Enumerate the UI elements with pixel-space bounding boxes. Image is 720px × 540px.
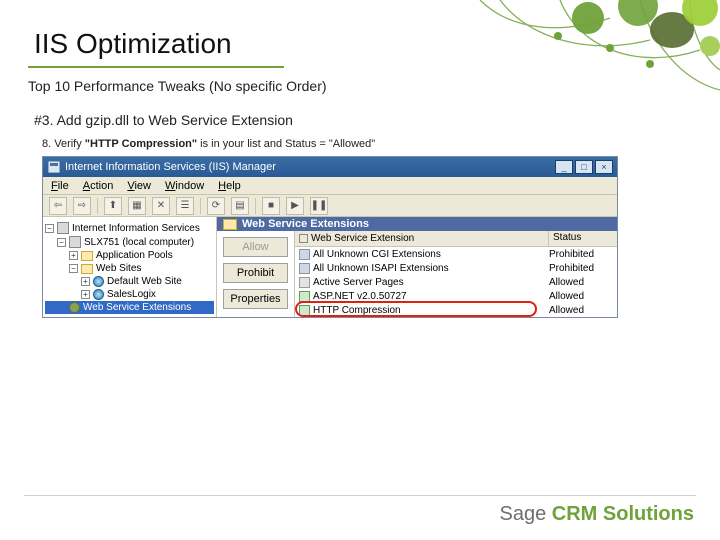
prohibit-button[interactable]: Prohibit — [223, 263, 288, 283]
play-button[interactable]: ▶ — [286, 197, 304, 215]
toolbar-separator — [200, 198, 201, 214]
caption-quoted: "HTTP Compression" — [85, 138, 197, 150]
back-button[interactable]: ⇦ — [49, 197, 67, 215]
row-name: HTTP Compression — [313, 305, 401, 316]
folder-icon — [223, 219, 237, 230]
toolbar-separator — [255, 198, 256, 214]
row-status: Allowed — [549, 291, 617, 302]
server-icon — [57, 222, 69, 234]
list-row[interactable]: ASP.NET v2.0.50727 Allowed — [295, 289, 617, 303]
globe-icon — [93, 289, 104, 300]
row-status: Prohibited — [549, 263, 617, 274]
slide-step: #3. Add gzip.dll to Web Service Extensio… — [34, 112, 293, 128]
tree-pane[interactable]: −Internet Information Services −SLX751 (… — [43, 217, 217, 317]
row-icon — [299, 277, 310, 288]
brand-sage: Sage — [500, 503, 552, 525]
views-button[interactable]: ▦ — [128, 197, 146, 215]
menu-view[interactable]: View — [127, 180, 151, 192]
menubar: File Action View Window Help — [43, 177, 617, 195]
allow-button[interactable]: Allow — [223, 237, 288, 257]
close-button[interactable]: × — [595, 160, 613, 174]
row-status: Allowed — [549, 277, 617, 288]
row-name: ASP.NET v2.0.50727 — [313, 291, 407, 302]
toolbar-separator — [97, 198, 98, 214]
action-buttons: Allow Prohibit Properties — [217, 231, 295, 317]
col-name[interactable]: Web Service Extension — [295, 231, 549, 246]
stop-button[interactable]: ■ — [262, 197, 280, 215]
list-row[interactable]: All Unknown ISAPI Extensions Prohibited — [295, 261, 617, 275]
row-name: All Unknown CGI Extensions — [313, 249, 441, 260]
iis-window: Internet Information Services (IIS) Mana… — [42, 156, 618, 318]
list-row[interactable]: Active Server Pages Allowed — [295, 275, 617, 289]
wse-header: Web Service Extensions — [217, 217, 617, 231]
delete-button[interactable]: ✕ — [152, 197, 170, 215]
window-body: −Internet Information Services −SLX751 (… — [43, 217, 617, 317]
pause-button[interactable]: ❚❚ — [310, 197, 328, 215]
footer-brand: Sage CRM Solutions — [500, 503, 694, 526]
brand-crm: CRM Solutions — [552, 503, 694, 525]
tree-server[interactable]: −SLX751 (local computer) — [45, 235, 214, 249]
caption-prefix: 8. Verify — [42, 138, 85, 150]
footer-rule — [24, 495, 696, 496]
tree-default-site[interactable]: +Default Web Site — [45, 275, 214, 288]
titlebar[interactable]: Internet Information Services (IIS) Mana… — [43, 157, 617, 177]
maximize-button[interactable]: □ — [575, 160, 593, 174]
right-split: Allow Prohibit Properties Web Service Ex… — [217, 231, 617, 317]
slide-title: IIS Optimization — [34, 28, 232, 60]
tree-wse[interactable]: Web Service Extensions — [45, 301, 214, 314]
wse-header-label: Web Service Extensions — [242, 218, 369, 230]
properties-button[interactable]: Properties — [223, 289, 288, 309]
screenshot-caption: 8. Verify "HTTP Compression" is in your … — [42, 138, 618, 150]
gear-icon — [69, 302, 80, 313]
up-button[interactable]: ⬆ — [104, 197, 122, 215]
decor-vines — [440, 0, 720, 140]
tree-app-pools[interactable]: +Application Pools — [45, 249, 214, 262]
row-icon — [299, 291, 310, 302]
row-name: Active Server Pages — [313, 277, 404, 288]
folder-icon — [81, 251, 93, 261]
title-underline — [28, 66, 284, 68]
row-icon — [299, 263, 310, 274]
refresh-button[interactable]: ⟳ — [207, 197, 225, 215]
list-row[interactable]: HTTP Compression Allowed — [295, 303, 617, 317]
menu-file[interactable]: File — [51, 180, 69, 192]
extension-list[interactable]: Web Service Extension Status All Unknown… — [295, 231, 617, 317]
list-row[interactable]: All Unknown CGI Extensions Prohibited — [295, 247, 617, 261]
properties-button[interactable]: ☰ — [176, 197, 194, 215]
app-icon — [47, 160, 61, 174]
minimize-button[interactable]: _ — [555, 160, 573, 174]
folder-icon — [81, 264, 93, 274]
checkbox-icon — [299, 234, 308, 243]
row-status: Allowed — [549, 305, 617, 316]
embedded-screenshot: 8. Verify "HTTP Compression" is in your … — [42, 138, 618, 300]
globe-icon — [93, 276, 104, 287]
tree-root[interactable]: −Internet Information Services — [45, 221, 214, 235]
list-header[interactable]: Web Service Extension Status — [295, 231, 617, 247]
forward-button[interactable]: ⇨ — [73, 197, 91, 215]
computer-icon — [69, 236, 81, 248]
right-pane: Web Service Extensions Allow Prohibit Pr… — [217, 217, 617, 317]
caption-suffix: is in your list and Status = "Allowed" — [197, 138, 375, 150]
window-title: Internet Information Services (IIS) Mana… — [61, 161, 555, 173]
tree-saleslogix[interactable]: +SalesLogix — [45, 288, 214, 301]
row-icon — [299, 249, 310, 260]
slide-subtitle: Top 10 Performance Tweaks (No specific O… — [28, 78, 327, 94]
menu-action[interactable]: Action — [83, 180, 114, 192]
row-status: Prohibited — [549, 249, 617, 260]
toolbar: ⇦ ⇨ ⬆ ▦ ✕ ☰ ⟳ ▤ ■ ▶ ❚❚ — [43, 195, 617, 217]
row-name: All Unknown ISAPI Extensions — [313, 263, 449, 274]
tree-web-sites[interactable]: −Web Sites — [45, 262, 214, 275]
menu-window[interactable]: Window — [165, 180, 204, 192]
col-status[interactable]: Status — [549, 231, 617, 246]
row-icon — [299, 305, 310, 316]
export-button[interactable]: ▤ — [231, 197, 249, 215]
menu-help[interactable]: Help — [218, 180, 241, 192]
